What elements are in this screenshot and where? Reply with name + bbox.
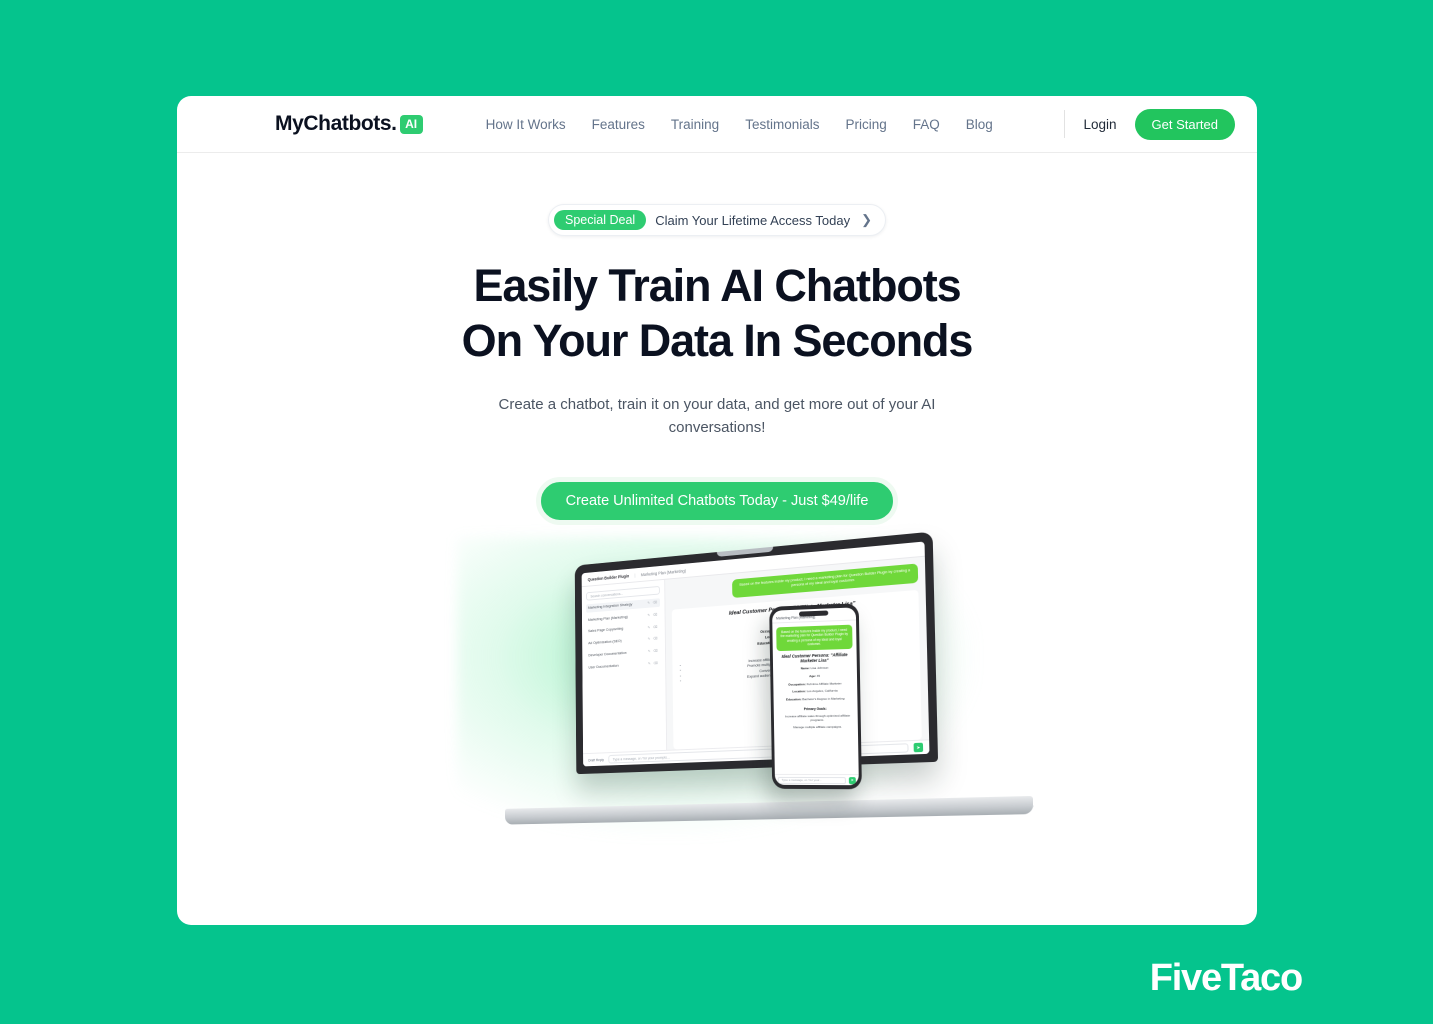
nav-item-training[interactable]: Training	[671, 117, 719, 132]
hero-section: Special Deal Claim Your Lifetime Access …	[177, 153, 1257, 925]
phone-composer: Type a message, or / for your... ➤	[774, 773, 859, 785]
edit-delete-icons[interactable]: ✎ ⌫	[648, 660, 659, 665]
phone-persona-field: Occupation: Full-time Affiliate Marketer	[777, 680, 853, 686]
phone-field-key: Name:	[800, 666, 810, 671]
phone-chat-area: Based on the features inside my product,…	[772, 620, 858, 774]
conversation-label: User Documentation	[588, 662, 619, 669]
app-chat-tab[interactable]: Marketing Plan (Marketing)	[641, 567, 686, 576]
site-logo[interactable]: MyChatbots. AI	[275, 112, 423, 136]
nav-item-features[interactable]: Features	[592, 117, 645, 132]
conversation-label: Sales Page Copywriting	[588, 626, 624, 634]
composer-draft-label[interactable]: Draft Reply	[588, 757, 604, 761]
nav-divider	[1064, 110, 1066, 138]
app-search-input[interactable]: Search conversations...	[586, 585, 660, 601]
website-page-card: MyChatbots. AI How It Works Features Tra…	[177, 96, 1257, 925]
phone-field-value: Bachelor's Degree in Marketing	[802, 695, 845, 701]
app-project-tab[interactable]: Question Builder Plugin	[588, 573, 630, 581]
phone-persona-field: Age: 35	[777, 673, 853, 679]
app-sidebar-conversation[interactable]: Sales Page Copywriting ✎ ⌫	[586, 622, 660, 636]
nav-item-pricing[interactable]: Pricing	[845, 117, 886, 132]
fivetaco-watermark: FiveTaco	[1149, 957, 1304, 999]
app-tab-separator: |	[634, 572, 636, 577]
login-link[interactable]: Login	[1083, 117, 1116, 132]
edit-delete-icons[interactable]: ✎ ⌫	[648, 624, 659, 629]
phone-persona-title: Ideal Customer Persona: "Affiliate Marke…	[781, 651, 848, 664]
navbar: MyChatbots. AI How It Works Features Tra…	[177, 96, 1257, 153]
hero-title-line-1: Easily Train AI Chatbots	[473, 260, 961, 311]
phone-mockup: Marketing Plan (Marketing) Based on the …	[769, 602, 862, 789]
conversation-label: Ad Optimization (SEO)	[588, 638, 622, 645]
laptop-mockup: Question Builder Plugin | Marketing Plan…	[504, 531, 1034, 825]
hero-title-line-2: On Your Data In Seconds	[461, 315, 974, 366]
get-started-button[interactable]: Get Started	[1134, 108, 1235, 140]
app-sidebar-conversation[interactable]: User Documentation ✎ ⌫	[587, 658, 661, 671]
phone-goal-item: Manage multiple affiliate campaigns.	[793, 724, 843, 730]
logo-ai-badge: AI	[399, 114, 423, 134]
conversation-label: Marketing Plan (Marketing)	[588, 614, 628, 622]
special-deal-badge: Special Deal	[554, 210, 647, 230]
phone-field-key: Occupation:	[788, 681, 806, 686]
hero-subtitle: Create a chatbot, train it on your data,…	[498, 396, 936, 437]
phone-field-value: Los Angeles, California	[806, 688, 838, 694]
conversation-label: Developer Documentation	[588, 650, 627, 657]
hero-cta-button[interactable]: Create Unlimited Chatbots Today - Just $…	[535, 476, 899, 525]
chevron-right-icon: ❯	[861, 212, 872, 227]
phone-field-key: Education:	[786, 696, 802, 701]
conversation-label: Marketing Integration Strategy	[587, 601, 633, 610]
phone-goal-item: Increase affiliate sales through optimiz…	[785, 712, 851, 722]
nav-actions: Login Get Started	[1064, 108, 1235, 140]
phone-field-key: Age:	[809, 673, 816, 678]
product-device-mockup: Question Builder Plugin | Marketing Plan…	[437, 531, 1034, 837]
laptop-screen: Question Builder Plugin | Marketing Plan…	[581, 540, 930, 766]
nav-item-blog[interactable]: Blog	[966, 117, 993, 132]
app-sidebar-conversation[interactable]: Marketing Plan (Marketing) ✎ ⌫	[586, 610, 660, 624]
logo-text: MyChatbots.	[275, 112, 397, 135]
hero-title: Easily Train AI Chatbots On Your Data In…	[177, 263, 1257, 363]
app-sidebar-conversation[interactable]: Ad Optimization (SEO) ✎ ⌫	[586, 634, 660, 648]
special-deal-pill[interactable]: Special Deal Claim Your Lifetime Access …	[548, 204, 886, 236]
nav-item-testimonials[interactable]: Testimonials	[745, 117, 819, 132]
send-icon[interactable]: ➤	[913, 742, 924, 752]
app-body: Search conversations... Marketing Integr…	[581, 556, 930, 753]
phone-field-value: Lisa Johnson	[810, 665, 829, 671]
edit-delete-icons[interactable]: ✎ ⌫	[648, 636, 659, 641]
phone-field-key: Location:	[792, 689, 806, 694]
phone-field-value: 35	[816, 673, 821, 678]
phone-goals-heading: Primary Goals:	[803, 705, 827, 711]
special-deal-text: Claim Your Lifetime Access Today	[655, 212, 851, 228]
phone-persona-field: Location: Los Angeles, California	[777, 688, 853, 694]
phone-user-message: Based on the features inside my product,…	[776, 624, 853, 651]
nav-item-how-it-works[interactable]: How It Works	[486, 117, 566, 132]
edit-delete-icons[interactable]: ✎ ⌫	[647, 600, 658, 605]
phone-field-value: Full-time Affiliate Marketer	[806, 680, 842, 686]
phone-persona-field: Name: Lisa Johnson	[777, 665, 853, 672]
edit-delete-icons[interactable]: ✎ ⌫	[647, 612, 658, 617]
app-sidebar-conversation[interactable]: Marketing Integration Strategy ✎ ⌫	[586, 597, 661, 613]
nav-item-faq[interactable]: FAQ	[913, 117, 940, 132]
edit-delete-icons[interactable]: ✎ ⌫	[648, 648, 659, 653]
laptop-lid: Question Builder Plugin | Marketing Plan…	[574, 531, 939, 774]
send-icon[interactable]: ➤	[848, 776, 856, 784]
phone-notch	[798, 609, 829, 617]
phone-persona-field: Education: Bachelor's Degree in Marketin…	[777, 696, 853, 702]
nav-links: How It Works Features Training Testimoni…	[486, 117, 993, 132]
phone-screen: Marketing Plan (Marketing) Based on the …	[772, 606, 859, 785]
app-sidebar-conversation[interactable]: Developer Documentation ✎ ⌫	[587, 646, 661, 659]
phone-composer-input[interactable]: Type a message, or / for your...	[777, 775, 846, 784]
app-sidebar: Search conversations... Marketing Integr…	[581, 579, 668, 753]
